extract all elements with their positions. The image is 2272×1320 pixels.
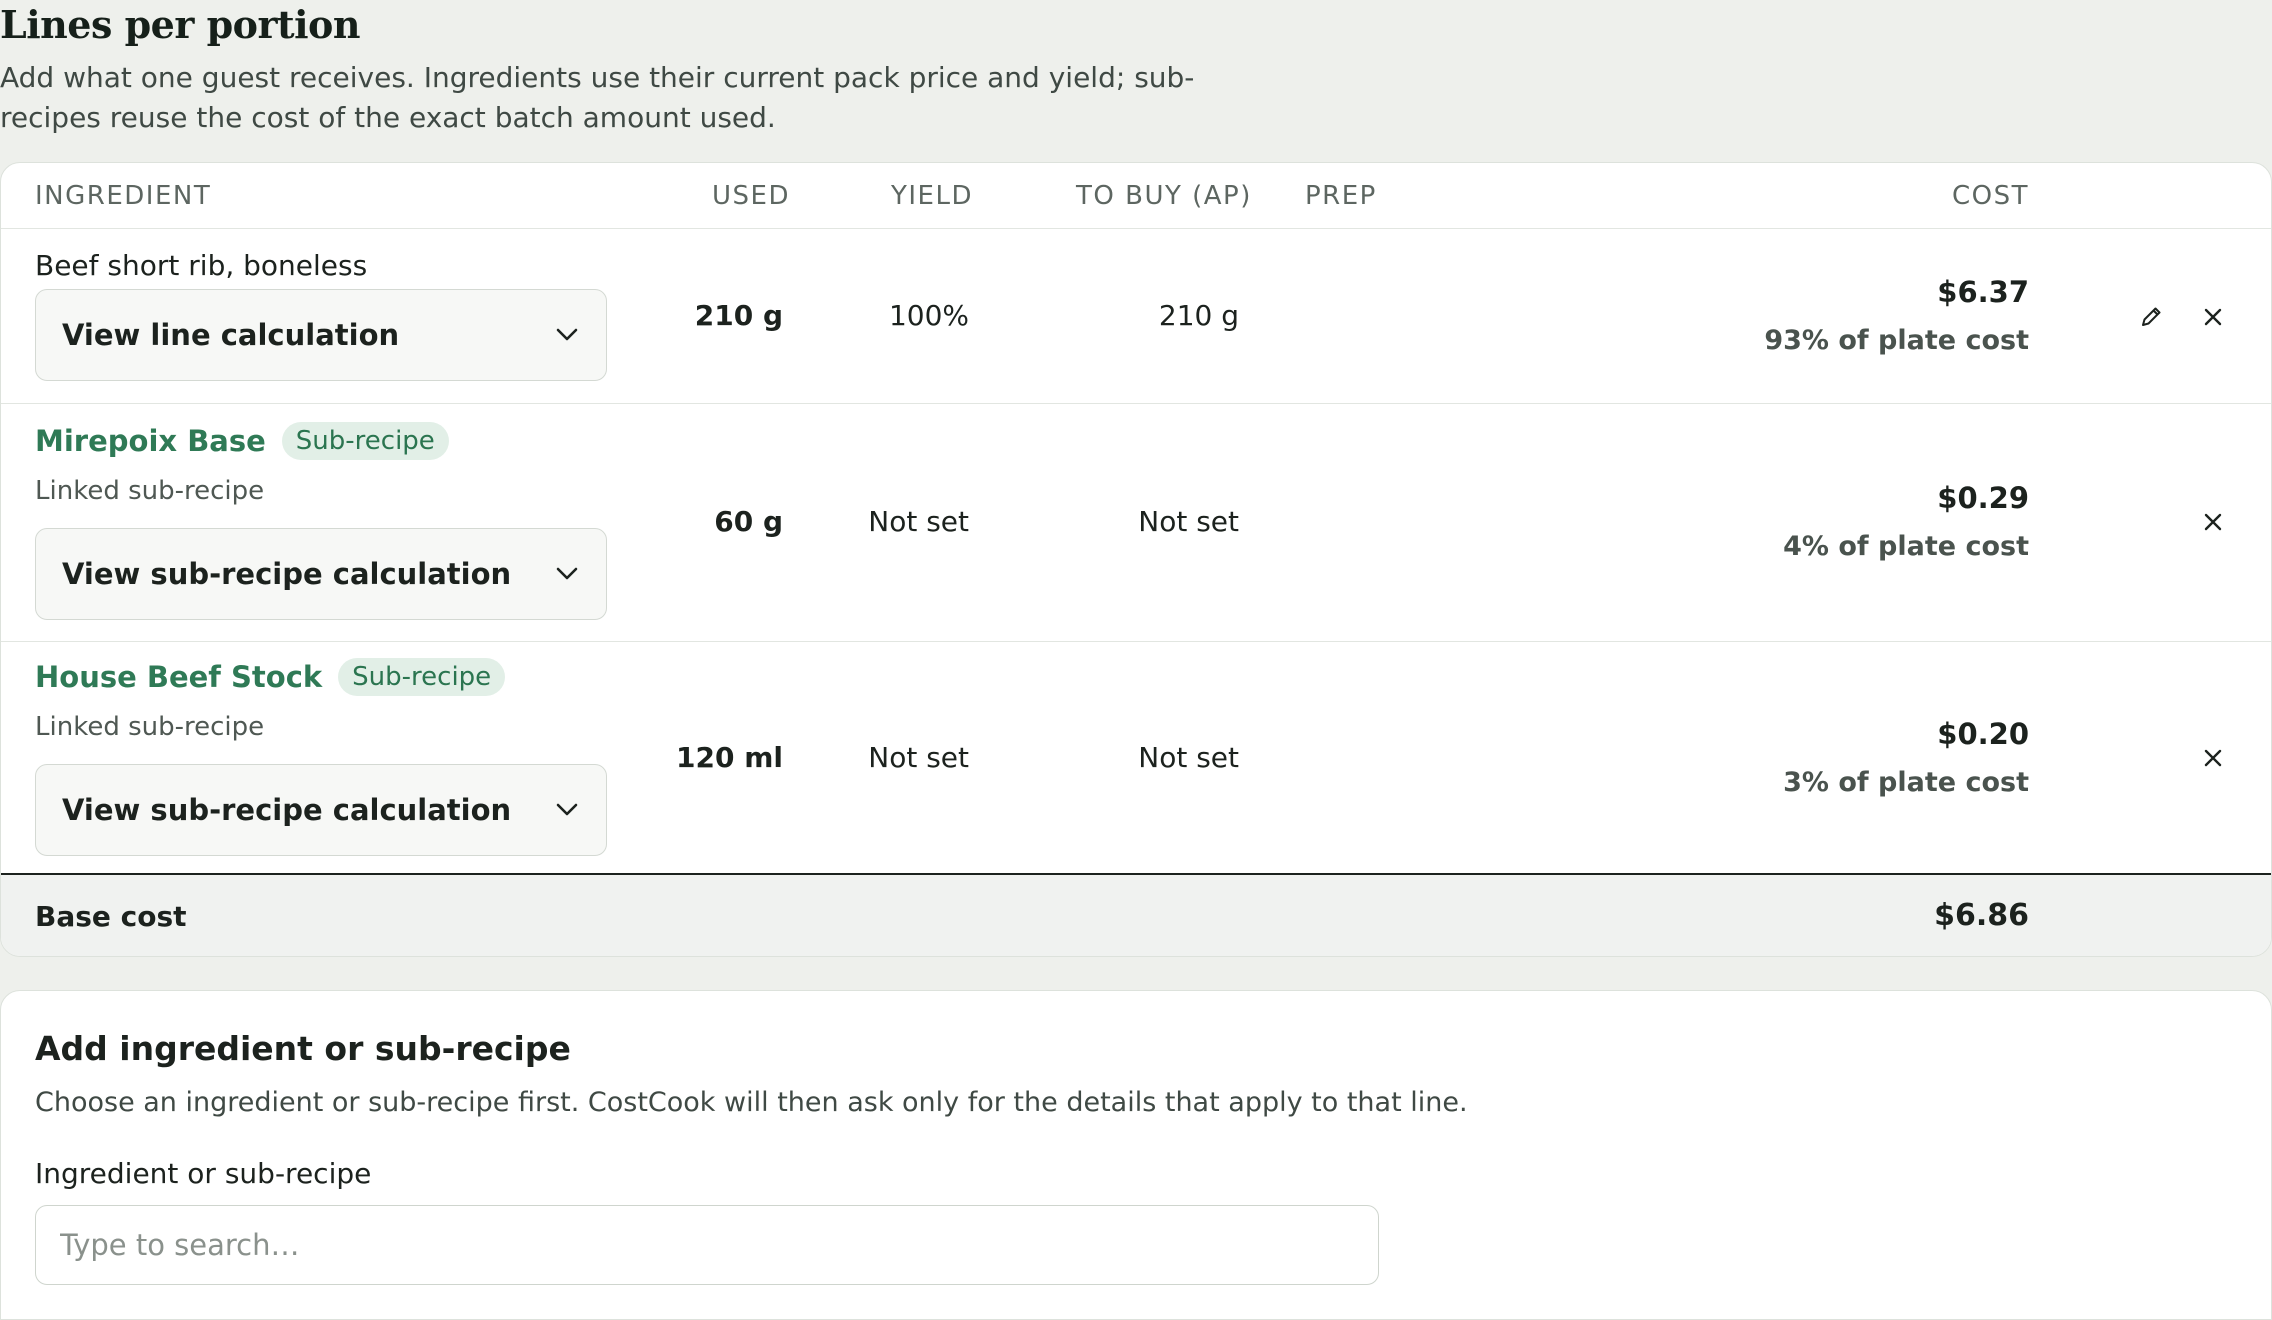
to-buy-value: 210 g xyxy=(1158,299,1239,332)
sub-recipe-link[interactable]: House Beef Stock xyxy=(35,660,322,694)
calc-button-label: View line calculation xyxy=(62,318,400,352)
view-sub-recipe-calculation-button[interactable]: View sub-recipe calculation xyxy=(35,764,607,856)
ingredient-search-input[interactable] xyxy=(35,1205,1379,1285)
used-amount: 210 g xyxy=(694,299,783,332)
table-row: Beef short rib, boneless View line calcu… xyxy=(1,229,2271,404)
remove-line-button[interactable] xyxy=(2193,297,2233,337)
edit-line-button[interactable] xyxy=(2131,297,2171,337)
plate-cost-share: 3% of plate cost xyxy=(1783,767,2029,798)
close-icon xyxy=(2204,513,2222,531)
chevron-down-icon xyxy=(554,322,580,348)
close-icon xyxy=(2204,308,2222,326)
base-cost-value: $6.86 xyxy=(1934,898,2029,933)
base-cost-label: Base cost xyxy=(35,900,187,933)
header-yield: YIELD xyxy=(891,181,973,211)
remove-line-button[interactable] xyxy=(2193,738,2233,778)
sub-recipe-heading: Mirepoix Base Sub-recipe xyxy=(35,422,449,460)
view-line-calculation-button[interactable]: View line calculation xyxy=(35,289,607,381)
line-cost: $6.37 xyxy=(1937,275,2029,309)
header-to-buy: TO BUY (AP) xyxy=(1076,181,1252,211)
view-sub-recipe-calculation-button[interactable]: View sub-recipe calculation xyxy=(35,528,607,620)
linked-sub-recipe-label: Linked sub-recipe xyxy=(35,476,265,506)
sub-recipe-badge: Sub-recipe xyxy=(281,422,449,460)
sub-recipe-link[interactable]: Mirepoix Base xyxy=(35,424,266,458)
ingredient-search-label: Ingredient or sub-recipe xyxy=(35,1157,372,1190)
calc-button-label: View sub-recipe calculation xyxy=(62,793,512,827)
table-header: INGREDIENT USED YIELD TO BUY (AP) PREP C… xyxy=(1,163,2271,229)
plate-cost-share: 93% of plate cost xyxy=(1764,325,2029,356)
add-ingredient-card: Add ingredient or sub-recipe Choose an i… xyxy=(0,990,2272,1320)
section-title: Lines per portion xyxy=(0,2,360,47)
chevron-down-icon xyxy=(554,797,580,823)
to-buy-value: Not set xyxy=(1138,505,1239,538)
add-ingredient-description: Choose an ingredient or sub-recipe first… xyxy=(35,1087,1468,1118)
header-ingredient: INGREDIENT xyxy=(35,181,212,211)
header-used: USED xyxy=(712,181,790,211)
sub-recipe-heading: House Beef Stock Sub-recipe xyxy=(35,658,506,696)
line-cost: $0.20 xyxy=(1937,717,2029,751)
sub-recipe-badge: Sub-recipe xyxy=(338,658,506,696)
header-prep: PREP xyxy=(1305,181,1377,211)
plate-cost-share: 4% of plate cost xyxy=(1783,531,2029,562)
calc-button-label: View sub-recipe calculation xyxy=(62,557,512,591)
used-amount: 60 g xyxy=(714,505,783,538)
remove-line-button[interactable] xyxy=(2193,502,2233,542)
table-row: House Beef Stock Sub-recipe Linked sub-r… xyxy=(1,642,2271,875)
base-cost-row: Base cost $6.86 xyxy=(1,875,2271,956)
line-cost: $0.29 xyxy=(1937,481,2029,515)
lines-table: INGREDIENT USED YIELD TO BUY (AP) PREP C… xyxy=(0,162,2272,957)
table-row: Mirepoix Base Sub-recipe Linked sub-reci… xyxy=(1,404,2271,642)
add-ingredient-title: Add ingredient or sub-recipe xyxy=(35,1029,571,1068)
section-description: Add what one guest receives. Ingredients… xyxy=(0,61,1195,134)
yield-value: Not set xyxy=(868,505,969,538)
chevron-down-icon xyxy=(554,561,580,587)
ingredient-name: Beef short rib, boneless xyxy=(35,249,368,282)
to-buy-value: Not set xyxy=(1138,741,1239,774)
linked-sub-recipe-label: Linked sub-recipe xyxy=(35,712,265,742)
close-icon xyxy=(2204,749,2222,767)
header-cost: COST xyxy=(1951,181,2029,211)
yield-value: Not set xyxy=(868,741,969,774)
pencil-icon xyxy=(2142,307,2161,326)
yield-value: 100% xyxy=(888,299,969,332)
used-amount: 120 ml xyxy=(676,741,783,774)
page: Lines per portion Add what one guest rec… xyxy=(0,0,2272,1320)
